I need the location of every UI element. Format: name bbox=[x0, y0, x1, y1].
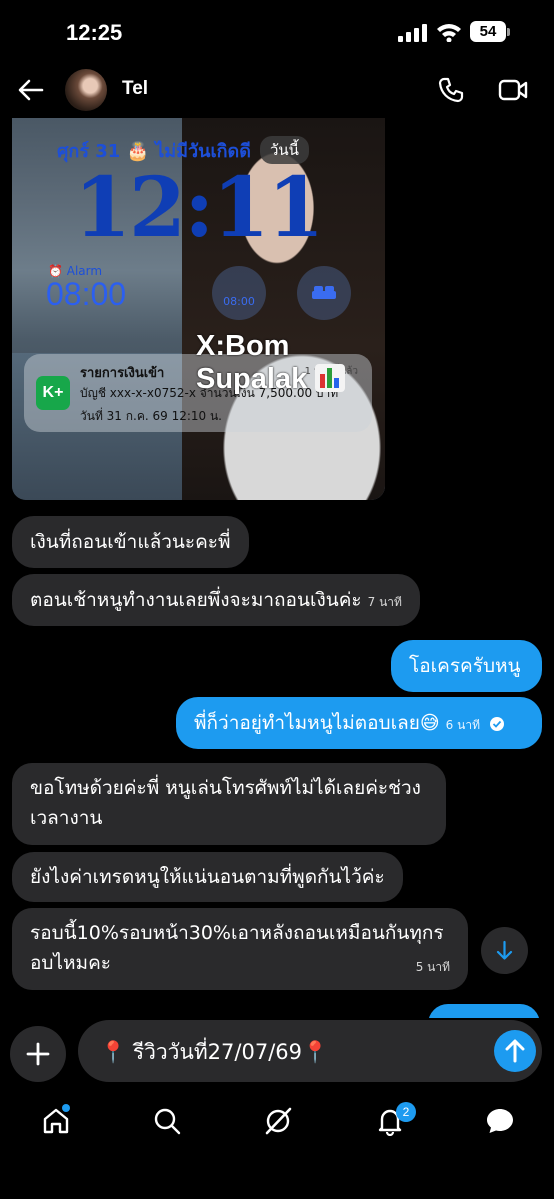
chat-header: Tel bbox=[0, 64, 554, 116]
phone-call-icon[interactable] bbox=[437, 76, 465, 104]
notifications-badge: 2 bbox=[396, 1102, 416, 1122]
contact-avatar[interactable] bbox=[65, 69, 107, 111]
home-unread-dot bbox=[62, 1104, 70, 1112]
message-composer: 📍 รีวิววันที่27/07/69📍 bbox=[0, 1018, 554, 1088]
notification-title: รายการเงินเข้า bbox=[80, 366, 165, 381]
message-text: เงินที่ถอนเข้าแล้วนะคะพี่ bbox=[30, 531, 231, 553]
shared-screenshot-image[interactable]: ศุกร์ 31 🎂 ไม่มีวันเกิดดี วันนี้ 12:11 ⏰… bbox=[12, 118, 385, 500]
send-button[interactable] bbox=[494, 1030, 536, 1072]
message-incoming[interactable]: ยังไงค่าเทรดหนูให้แน่นอนตามที่พูดกันไว้ค… bbox=[12, 852, 403, 902]
message-timestamp: 6 นาที bbox=[445, 718, 480, 732]
video-call-icon[interactable] bbox=[498, 78, 528, 102]
send-arrow-up-icon bbox=[505, 1039, 525, 1063]
battery-cap bbox=[507, 28, 510, 36]
message-timestamp: 7 นาที bbox=[367, 595, 402, 609]
status-time: 12:25 bbox=[66, 20, 123, 45]
message-outgoing[interactable]: โอเครครับหนู bbox=[391, 640, 542, 692]
message-text-line: เวลางาน bbox=[30, 807, 103, 829]
bed-icon bbox=[312, 286, 336, 299]
message-text: ยังไงค่าเทรดหนูให้แน่นอนตามที่พูดกันไว้ค… bbox=[30, 866, 385, 888]
scroll-to-bottom-button[interactable] bbox=[481, 927, 528, 974]
battery-indicator: 54 bbox=[470, 21, 506, 42]
message-text-line: อบไหมคะ 5 นาที bbox=[30, 948, 450, 978]
message-text-line-content: อบไหมคะ bbox=[30, 952, 111, 974]
grok-icon[interactable] bbox=[263, 1106, 293, 1136]
messages-chat-icon[interactable] bbox=[485, 1106, 515, 1136]
message-text: พี่ก็ว่าอยู่ทำไมหนูไม่ตอบเลย😅 bbox=[194, 712, 440, 734]
add-attachment-button[interactable] bbox=[10, 1026, 66, 1082]
image-alarm-time: 08:00 bbox=[46, 276, 127, 312]
message-text-line: รอบนี้10%รอบหน้า30%เอาหลังถอนเหมือนกันทุ… bbox=[30, 922, 444, 944]
contact-name[interactable]: Tel bbox=[122, 78, 148, 100]
image-alarm-widget: 08:00 bbox=[212, 266, 266, 320]
message-incoming[interactable]: รอบนี้10%รอบหน้า30%เอาหลังถอนเหมือนกันทุ… bbox=[12, 908, 468, 990]
message-text-line: ขอโทษด้วยค่ะพี่ หนูเล่นโทรศัพท์ไม่ได้เลย… bbox=[30, 777, 421, 799]
message-text: โอเครครับหนู bbox=[409, 655, 521, 677]
image-watermark: X:Bom Supalak bbox=[196, 330, 385, 396]
bottom-navigation: 2 bbox=[0, 1088, 554, 1199]
image-lockscreen-clock: 12:11 bbox=[74, 160, 324, 256]
cellular-signal-icon bbox=[398, 24, 427, 42]
watermark-text: X:Bom Supalak bbox=[196, 330, 308, 395]
read-check-icon bbox=[490, 717, 505, 731]
message-input[interactable]: 📍 รีวิววันที่27/07/69📍 bbox=[78, 1020, 542, 1082]
message-timestamp: 5 นาที bbox=[415, 960, 450, 974]
message-incoming[interactable]: เงินที่ถอนเข้าแล้วนะคะพี่ bbox=[12, 516, 249, 568]
image-sleep-widget bbox=[297, 266, 351, 320]
bar-chart-icon bbox=[315, 364, 346, 392]
wifi-icon bbox=[437, 24, 461, 42]
message-text: ตอนเช้าหนูทำงานเลยพึ่งจะมาถอนเงินค่ะ bbox=[30, 589, 362, 611]
kplus-logo: K+ bbox=[36, 376, 70, 410]
message-incoming[interactable]: ขอโทษด้วยค่ะพี่ หนูเล่นโทรศัพท์ไม่ได้เลย… bbox=[12, 763, 446, 845]
plus-icon bbox=[26, 1042, 50, 1066]
message-outgoing[interactable]: พี่ก็ว่าอยู่ทำไมหนูไม่ตอบเลย😅 6 นาที bbox=[176, 697, 542, 749]
arrow-down-icon bbox=[496, 940, 513, 960]
back-arrow-icon[interactable] bbox=[18, 78, 44, 102]
search-icon[interactable] bbox=[152, 1106, 182, 1136]
message-input-value: 📍 รีวิววันที่27/07/69📍 bbox=[100, 1040, 329, 1064]
status-bar: 12:25 54 bbox=[0, 0, 554, 64]
notification-date-line: วันที่ 31 ก.ค. 69 12:10 น. bbox=[80, 409, 222, 423]
message-incoming[interactable]: ตอนเช้าหนูทำงานเลยพึ่งจะมาถอนเงินค่ะ 7 นา… bbox=[12, 574, 420, 626]
